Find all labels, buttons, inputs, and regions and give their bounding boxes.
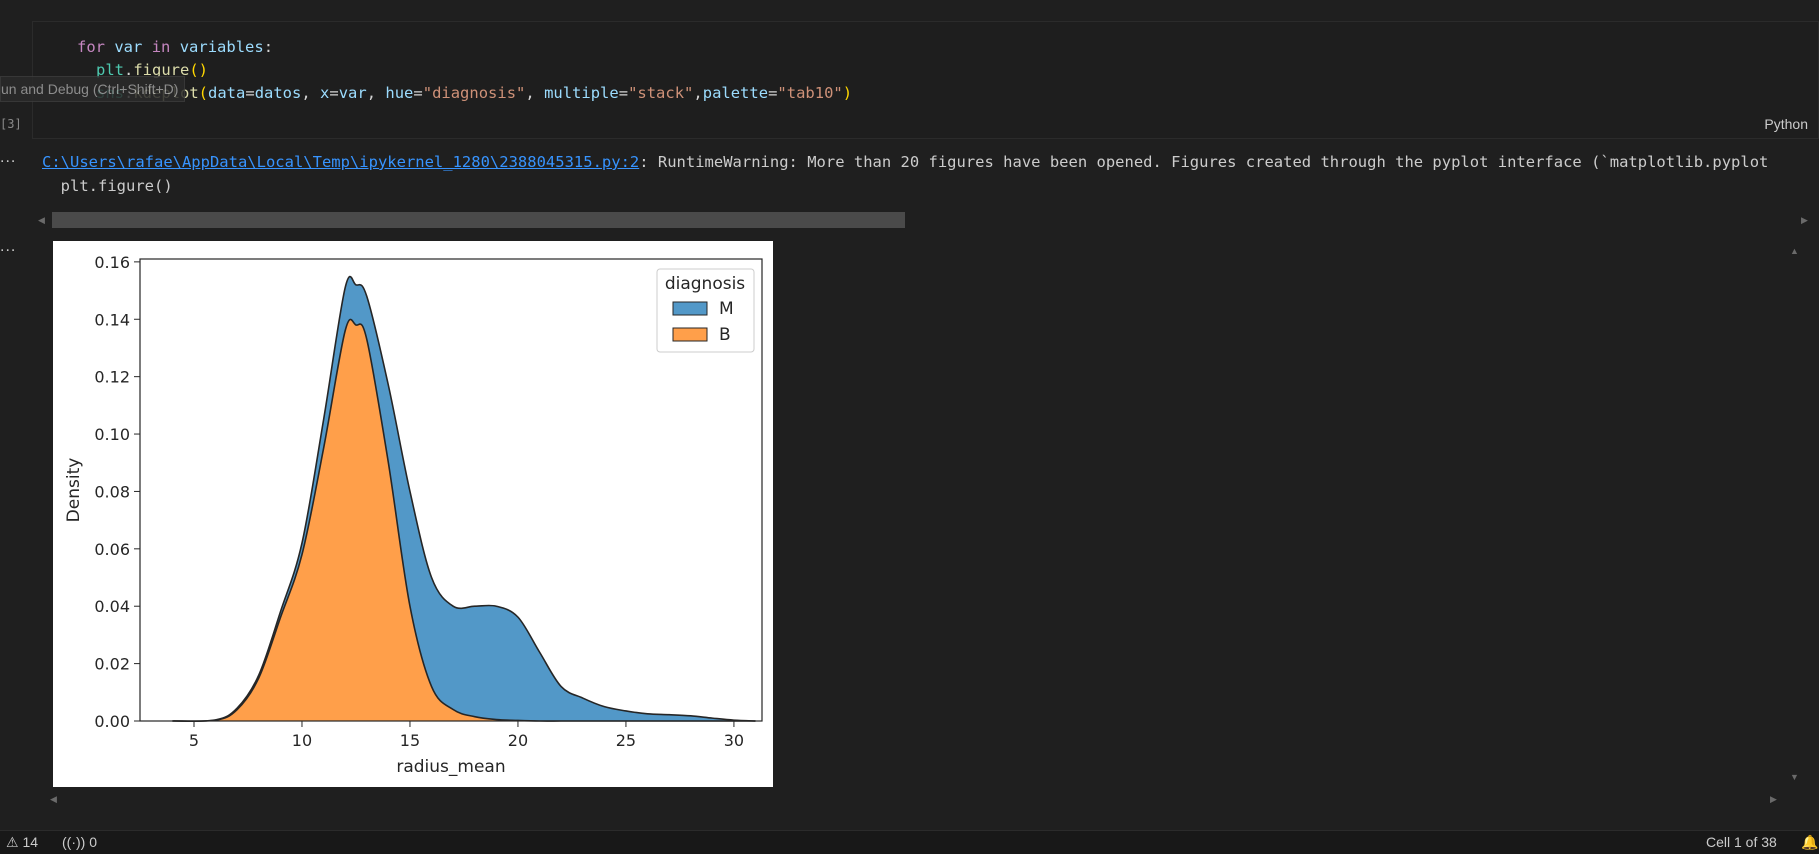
- scroll-left-arrow-icon[interactable]: ◀: [38, 215, 45, 226]
- y-tick-label: 0.08: [94, 482, 130, 501]
- value-diagnosis: "diagnosis": [422, 84, 526, 102]
- comma: ,: [366, 84, 386, 102]
- problems-indicator[interactable]: ⚠ 14: [6, 834, 38, 851]
- horizontal-scrollbar-thumb[interactable]: [52, 212, 905, 228]
- legend-title: diagnosis: [665, 274, 745, 294]
- output-more-icon-2[interactable]: ...: [0, 238, 16, 256]
- warnings-count: 14: [22, 834, 39, 850]
- param-palette: palette: [702, 84, 769, 102]
- y-tick-label: 0.06: [94, 540, 130, 559]
- param-x: x: [320, 84, 330, 102]
- y-tick-label: 0.16: [94, 253, 130, 272]
- keyword-for: for: [77, 38, 105, 56]
- param-hue: hue: [385, 84, 414, 102]
- comma: ,: [693, 84, 703, 102]
- execution-count: [3]: [0, 117, 22, 131]
- comma: ,: [525, 84, 545, 102]
- horizontal-scrollbar[interactable]: [52, 212, 1792, 228]
- value-datos: datos: [254, 84, 302, 102]
- value-tab10: "tab10": [777, 84, 843, 102]
- legend-label-m: M: [719, 299, 734, 319]
- bell-icon[interactable]: 🔔: [1801, 834, 1818, 851]
- value-var: var: [338, 84, 367, 102]
- x-axis-label: radius_mean: [396, 757, 505, 777]
- y-tick-label: 0.00: [94, 712, 130, 731]
- code-line-3[interactable]: sns.kdeplot(data=datos, x=var, hue="diag…: [96, 82, 852, 104]
- x-tick-label: 25: [616, 731, 636, 750]
- loop-variable: var: [114, 38, 143, 56]
- ports-count: 0: [89, 834, 97, 850]
- scroll-right-arrow-icon[interactable]: ▶: [1801, 215, 1808, 226]
- plot-figure: 5 10 15 20 25 30 0.00 0.02 0.04 0.06 0.08 0.10 0.12…: [53, 241, 773, 787]
- y-axis-label: Density: [64, 458, 84, 523]
- run-debug-tooltip: un and Debug (Ctrl+Shift+D): [0, 76, 186, 102]
- x-tick-label: 5: [189, 731, 199, 750]
- equals: =: [329, 84, 339, 102]
- warning-code-line: plt.figure(): [42, 177, 173, 195]
- cell-language-label[interactable]: Python: [1764, 116, 1808, 132]
- value-stack: "stack": [628, 84, 694, 102]
- output-scroll-left-icon[interactable]: ◀: [50, 794, 57, 805]
- output-scroll-right-icon[interactable]: ▶: [1770, 794, 1777, 805]
- cell-position[interactable]: Cell 1 of 38: [1706, 834, 1777, 850]
- legend: diagnosis M B: [656, 268, 755, 353]
- equals: =: [768, 84, 778, 102]
- code-line-1[interactable]: for var in variables:: [77, 36, 273, 58]
- x-tick-label: 30: [724, 731, 744, 750]
- y-tick-label: 0.14: [94, 310, 130, 329]
- y-tick-label: 0.10: [94, 425, 130, 444]
- equals: =: [245, 84, 255, 102]
- equals: =: [618, 84, 629, 102]
- parens: (): [189, 61, 209, 79]
- broadcast-icon: ((·)): [62, 834, 86, 850]
- warning-icon: ⚠: [6, 834, 19, 850]
- legend-label-b: B: [719, 325, 731, 345]
- code-cell-editor[interactable]: for var in variables: plt.figure() sns.k…: [32, 21, 1819, 139]
- param-data: data: [208, 84, 246, 102]
- equals: =: [413, 84, 423, 102]
- legend-swatch-b: [672, 327, 708, 342]
- legend-swatch-m: [672, 301, 708, 316]
- scroll-down-arrow-icon[interactable]: ▼: [1790, 772, 1799, 782]
- scroll-up-arrow-icon[interactable]: ▲: [1790, 246, 1799, 256]
- warning-file-link[interactable]: C:\Users\rafae\AppData\Local\Temp\ipyker…: [42, 153, 639, 171]
- x-tick-label: 20: [508, 731, 528, 750]
- x-tick-label: 10: [292, 731, 312, 750]
- status-bar: ⚠ 14 ((·)) 0 Cell 1 of 38 🔔: [0, 830, 1819, 854]
- comma: ,: [301, 84, 321, 102]
- output-more-icon[interactable]: ...: [0, 149, 16, 167]
- kde-chart: 5 10 15 20 25 30 0.00 0.02 0.04 0.06 0.08 0.10 0.12…: [64, 253, 763, 777]
- y-tick-label: 0.12: [94, 368, 130, 387]
- stderr-output: C:\Users\rafae\AppData\Local\Temp\ipyker…: [42, 150, 1819, 198]
- x-tick-label: 15: [400, 731, 420, 750]
- colon: :: [263, 38, 274, 56]
- close-paren: ): [842, 84, 853, 102]
- y-tick-label: 0.02: [94, 655, 130, 674]
- param-multiple: multiple: [544, 84, 619, 102]
- keyword-in: in: [151, 38, 171, 56]
- y-tick-label: 0.04: [94, 597, 130, 616]
- ports-indicator[interactable]: ((·)) 0: [62, 834, 97, 850]
- warning-message: : RuntimeWarning: More than 20 figures h…: [639, 153, 1769, 171]
- open-paren: (: [198, 84, 209, 102]
- iterable-name: variables: [179, 38, 264, 56]
